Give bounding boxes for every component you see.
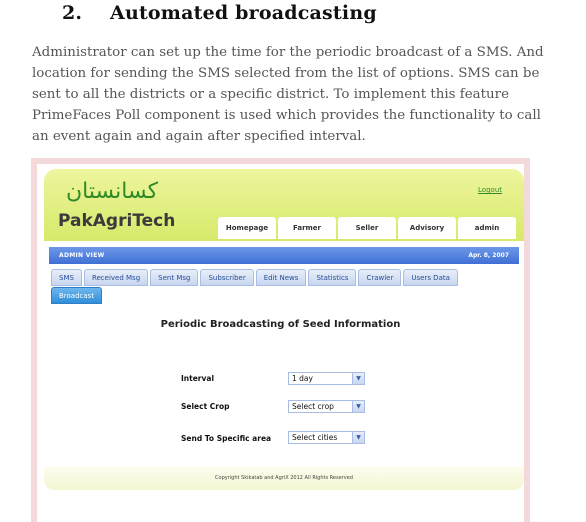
crop-select[interactable]: Select crop ▼ [288,400,365,413]
crop-value: Select crop [292,402,334,411]
app-screenshot: کسانستان PakAgriTech Logout Homepage Far… [37,164,524,522]
screenshot-figure: کسانستان PakAgriTech Logout Homepage Far… [31,158,530,522]
copyright-text: Copyright Skikatab and AgriX 2012 All Ri… [215,475,353,481]
nav-advisory[interactable]: Advisory [398,217,456,239]
admin-tabs: SMS Received Msg Sent Msg Subscriber Edi… [51,269,515,305]
main-nav: Homepage Farmer Seller Advisory admin [218,217,518,239]
tab-sms[interactable]: SMS [51,269,82,286]
interval-label: Interval [181,374,215,383]
content-title: Periodic Broadcasting of Seed Informatio… [160,319,401,330]
area-label: Send To Specific area [181,434,272,443]
tab-received-msg[interactable]: Received Msg [83,269,149,286]
app-header-banner: کسانستان PakAgriTech Logout Homepage Far… [44,169,524,241]
nav-admin[interactable]: admin [458,217,516,239]
nav-homepage[interactable]: Homepage [218,217,276,239]
area-select[interactable]: Select cities ▼ [288,431,365,444]
tab-edit-news[interactable]: Edit News [255,269,307,286]
description-paragraph: Administrator can set up the time for th… [32,45,544,144]
tab-sent-msg[interactable]: Sent Msg [150,269,199,286]
logout-link[interactable]: Logout [478,186,502,194]
tab-statistics[interactable]: Statistics [308,269,357,286]
date-label: Apr. 8, 2007 [468,252,509,259]
section-heading: 2. Automated broadcasting [62,2,377,24]
section-number: 2. [62,2,83,24]
logo-urdu-text: کسانستان [66,179,159,204]
admin-view-label: ADMIN VIEW [59,252,105,259]
chevron-down-icon: ▼ [352,401,364,412]
chevron-down-icon: ▼ [352,432,364,443]
logo: PakAgriTech [58,211,176,231]
interval-value: 1 day [292,374,313,383]
admin-view-bar: ADMIN VIEW Apr. 8, 2007 [49,247,519,264]
area-value: Select cities [292,433,338,442]
tab-broadcast[interactable]: Broadcast [51,287,103,304]
app-footer: Copyright Skikatab and AgriX 2012 All Ri… [44,466,524,490]
tab-subscriber[interactable]: Subscriber [200,269,254,286]
tab-crawler[interactable]: Crawler [358,269,402,286]
interval-select[interactable]: 1 day ▼ [288,372,365,385]
nav-seller[interactable]: Seller [338,217,396,239]
crop-label: Select Crop [181,402,230,411]
chevron-down-icon: ▼ [352,373,364,384]
section-title: Automated broadcasting [110,2,377,24]
nav-farmer[interactable]: Farmer [278,217,336,239]
tab-users-data[interactable]: Users Data [403,269,458,286]
